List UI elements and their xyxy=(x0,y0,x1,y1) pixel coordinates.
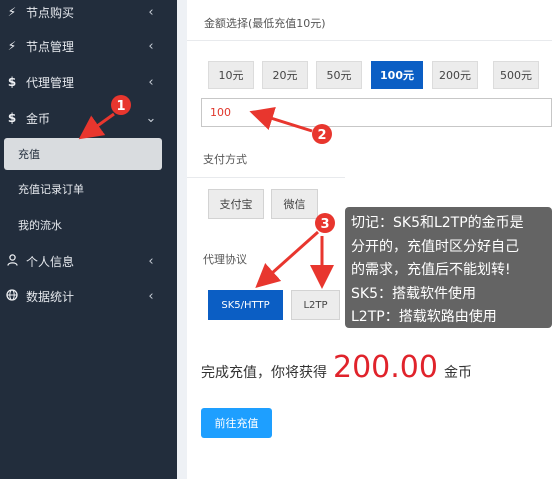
protocol-section-label: 代理协议 xyxy=(203,253,247,266)
protocol-l2tp-button[interactable]: L2TP xyxy=(291,290,340,320)
protocol-sk5-http-button[interactable]: SK5/HTTP xyxy=(208,290,283,320)
result-amount: 200.00 xyxy=(333,350,438,385)
amount-section-label: 金额选择(最低充值10元) xyxy=(204,17,326,30)
divider xyxy=(187,177,345,178)
note-line: 的需求，充值后不能划转! xyxy=(351,262,511,278)
chevron-left-icon: ‹ xyxy=(148,38,154,54)
sidebar-subitem-recharge-orders[interactable]: 充值记录订单 xyxy=(0,172,177,206)
amount-option-200[interactable]: 200元 xyxy=(432,61,478,89)
user-icon xyxy=(6,253,18,269)
nav-label: 节点管理 xyxy=(26,39,75,54)
amount-option-20[interactable]: 20元 xyxy=(262,61,308,89)
divider xyxy=(187,40,552,41)
amount-option-10[interactable]: 10元 xyxy=(208,61,254,89)
globe-icon xyxy=(6,288,18,304)
payment-wechat-button[interactable]: 微信 xyxy=(271,189,318,219)
nav-label: 代理管理 xyxy=(26,75,75,90)
node-icon: ⚡ xyxy=(7,39,17,53)
nav-item-data-stats[interactable]: 数据统计 ‹ xyxy=(0,278,177,314)
nav-item-node-purchase[interactable]: ⚡ 节点购买 ‹ xyxy=(0,0,177,30)
note-line: 分开的，充值时区分好自己 xyxy=(351,238,519,255)
result-prefix: 完成充值，你将获得 xyxy=(201,365,327,381)
result-unit: 金币 xyxy=(443,365,472,381)
sidebar-subitem-my-transactions[interactable]: 我的流水 xyxy=(0,208,177,242)
nav-label: 数据统计 xyxy=(26,289,75,304)
amount-option-100[interactable]: 100元 xyxy=(371,61,423,89)
chevron-left-icon: ‹ xyxy=(148,4,154,20)
dollar-icon: $ xyxy=(7,111,17,125)
amount-input[interactable] xyxy=(201,98,552,127)
sidebar-subitem-recharge[interactable]: 充值 xyxy=(4,138,162,170)
nav-label: 节点购买 xyxy=(26,5,75,20)
dollar-icon: $ xyxy=(7,75,17,89)
nav-label: 个人信息 xyxy=(26,254,75,269)
note-line: SK5：搭载软件使用 xyxy=(351,285,476,302)
chevron-down-icon: ⌄ xyxy=(145,110,157,126)
sidebar: ⚡ 节点购买 ‹ ⚡ 节点管理 ‹ $ 代理管理 ‹ $ 金币 ⌄ 充值 充值记… xyxy=(0,0,177,479)
chevron-left-icon: ‹ xyxy=(148,253,154,269)
nav-item-node-management[interactable]: ⚡ 节点管理 ‹ xyxy=(0,28,177,64)
note-line: L2TP：搭载软路由使用 xyxy=(351,309,497,325)
nav-label: 金币 xyxy=(26,111,51,126)
note-line: 切记：SK5和L2TP的金币是 xyxy=(351,215,524,231)
payment-alipay-button[interactable]: 支付宝 xyxy=(208,189,264,219)
chevron-left-icon: ‹ xyxy=(148,288,154,304)
recharge-result: 完成充值，你将获得 200.00 金币 xyxy=(201,350,472,390)
go-recharge-button[interactable]: 前往充值 xyxy=(201,408,272,438)
payment-section-label: 支付方式 xyxy=(203,153,247,166)
node-icon: ⚡ xyxy=(7,5,17,19)
annotation-note: 切记：SK5和L2TP的金币是 分开的，充值时区分好自己 的需求，充值后不能划转… xyxy=(345,207,552,328)
amount-option-500[interactable]: 500元 xyxy=(493,61,539,89)
amount-option-50[interactable]: 50元 xyxy=(316,61,362,89)
nav-item-proxy-management[interactable]: $ 代理管理 ‹ xyxy=(0,64,177,100)
chevron-left-icon: ‹ xyxy=(148,74,154,90)
nav-item-coins[interactable]: $ 金币 ⌄ xyxy=(0,100,177,136)
nav-item-personal-info[interactable]: 个人信息 ‹ xyxy=(0,243,177,279)
